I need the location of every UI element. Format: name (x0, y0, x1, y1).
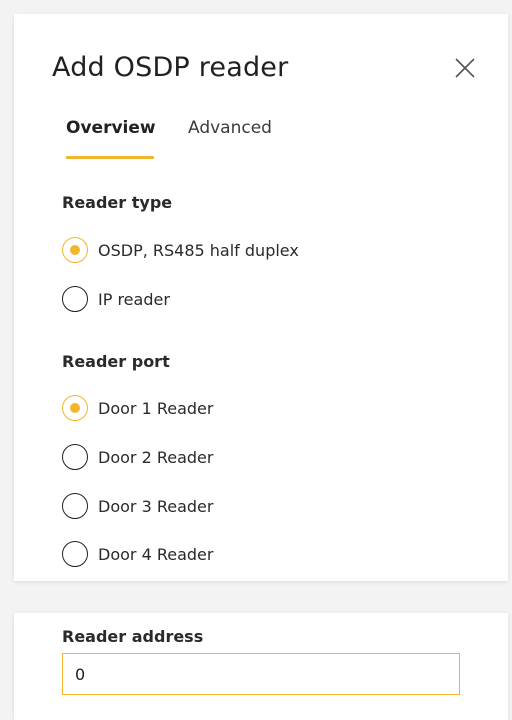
radio-label: IP reader (98, 289, 170, 309)
reader-address-input[interactable] (62, 653, 460, 695)
radio-label: Door 1 Reader (98, 398, 214, 418)
radio-checked-icon (62, 395, 88, 421)
radio-reader-port-door-3[interactable]: Door 3 Reader (62, 491, 213, 521)
radio-label: Door 2 Reader (98, 447, 214, 467)
radio-label: Door 4 Reader (98, 544, 214, 564)
radio-unchecked-icon (62, 444, 88, 470)
radio-reader-port-door-2[interactable]: Door 2 Reader (62, 442, 213, 472)
close-icon (455, 58, 475, 78)
reader-address-label: Reader address (62, 627, 204, 646)
tab-overview[interactable]: Overview (66, 114, 156, 142)
reader-address-section: Reader address (14, 613, 508, 720)
add-osdp-reader-dialog: Add OSDP reader Overview Advanced Reader… (14, 14, 508, 581)
radio-reader-port-door-4[interactable]: Door 4 Reader (62, 539, 213, 569)
dialog-title: Add OSDP reader (52, 52, 289, 83)
radio-reader-type-ip-reader[interactable]: IP reader (62, 284, 170, 314)
radio-unchecked-icon (62, 286, 88, 312)
radio-reader-port-door-1[interactable]: Door 1 Reader (62, 393, 213, 423)
radio-checked-icon (62, 237, 88, 263)
radio-label: Door 3 Reader (98, 496, 214, 516)
radio-unchecked-icon (62, 541, 88, 567)
radio-unchecked-icon (62, 493, 88, 519)
radio-reader-type-osdp-rs485[interactable]: OSDP, RS485 half duplex (62, 235, 299, 265)
close-button[interactable] (452, 55, 478, 81)
tab-advanced[interactable]: Advanced (188, 114, 272, 142)
reader-type-label: Reader type (62, 193, 173, 212)
radio-label: OSDP, RS485 half duplex (98, 240, 299, 260)
active-tab-indicator (66, 156, 154, 159)
reader-port-label: Reader port (62, 352, 170, 371)
